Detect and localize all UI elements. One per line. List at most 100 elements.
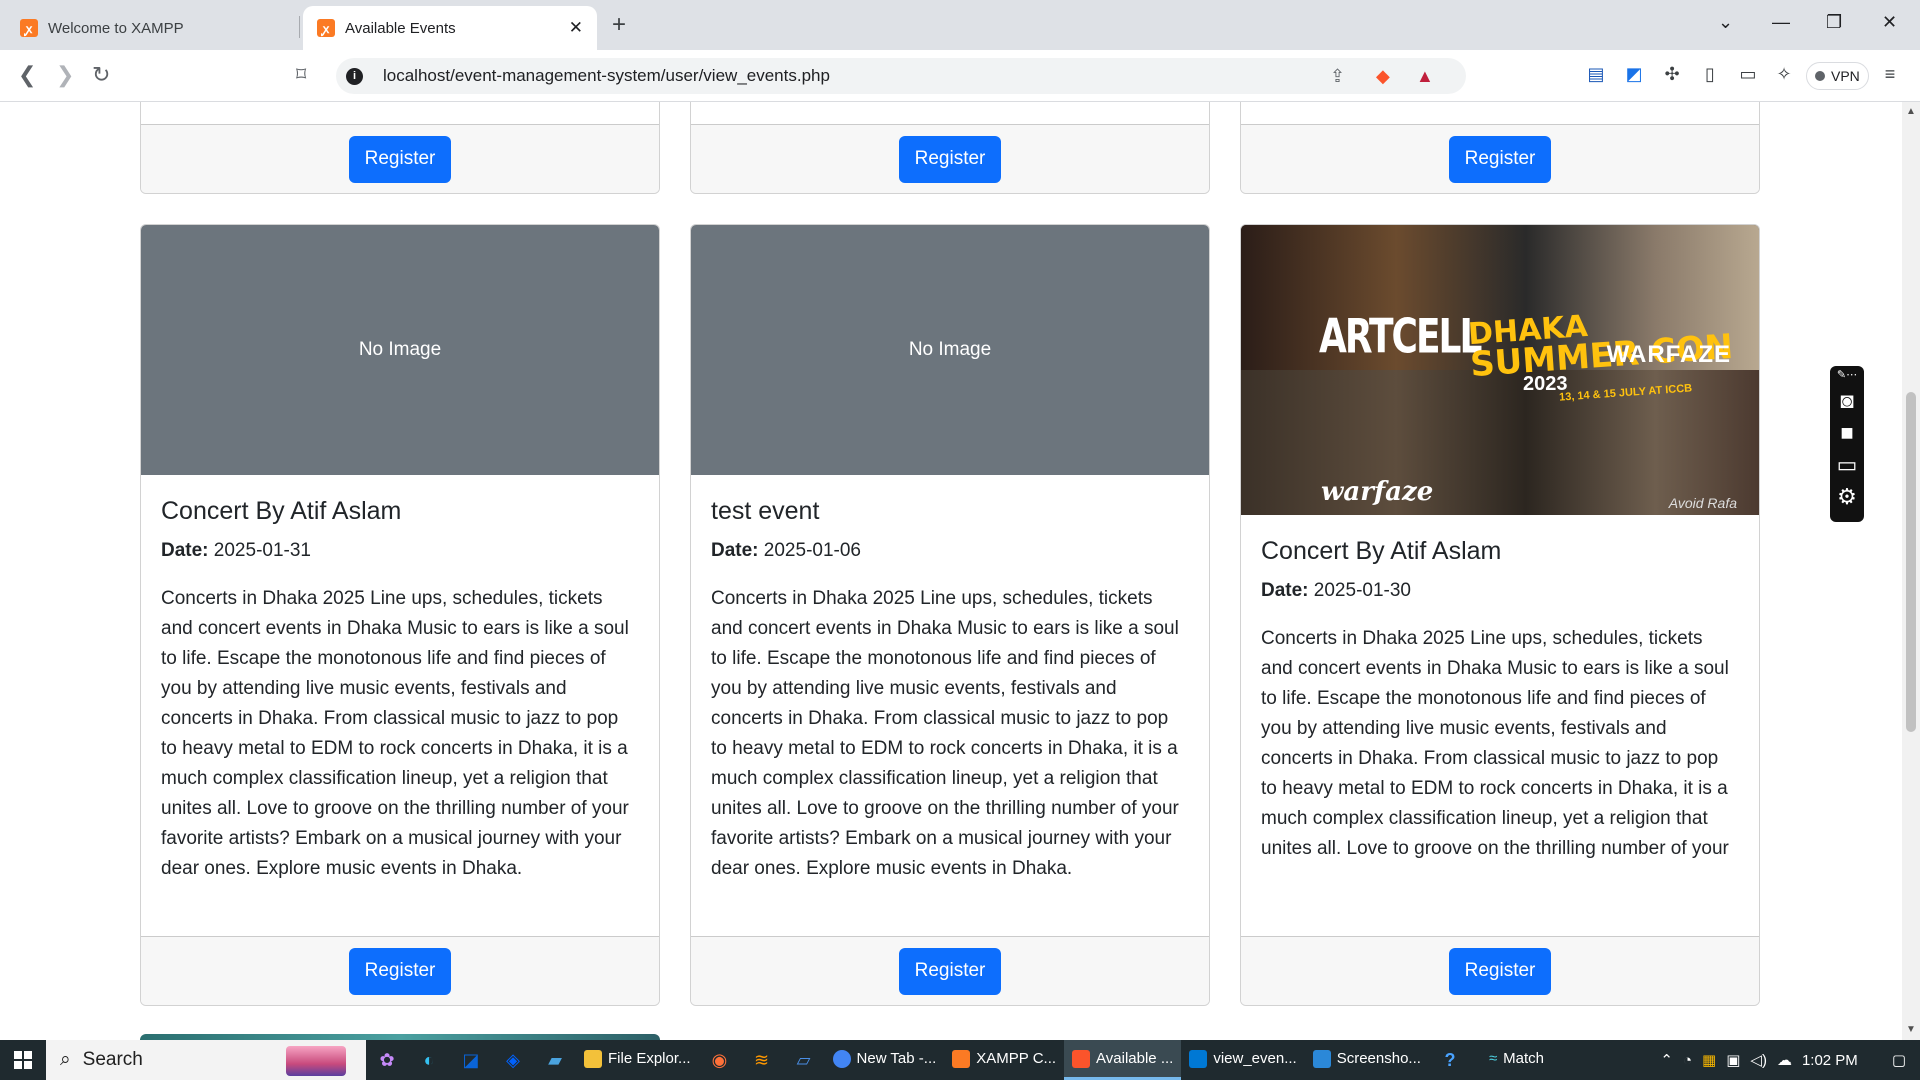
taskbar-app-xampp[interactable]: XAMPP C... xyxy=(944,1040,1064,1080)
help-icon[interactable]: ? xyxy=(1429,1040,1471,1080)
extensions-puzzle-icon[interactable]: ✣ xyxy=(1662,64,1682,84)
leo-ai-icon[interactable]: ✧ xyxy=(1774,64,1794,84)
volume-icon[interactable]: ◁) xyxy=(1750,1051,1767,1069)
event-card: ARTCELL DHAKA SUMMER CON 2023 13, 14 & 1… xyxy=(1240,224,1760,1006)
scroll-thumb[interactable] xyxy=(1906,392,1916,732)
reading-list-icon[interactable]: ▤ xyxy=(1586,64,1606,84)
brave-rewards-icon[interactable]: ▲ xyxy=(1416,66,1434,87)
color-app-icon[interactable]: ▦ xyxy=(1702,1051,1716,1069)
firefox-icon[interactable]: ◉ xyxy=(699,1040,741,1080)
register-button[interactable]: Register xyxy=(348,947,452,995)
register-button[interactable]: Register xyxy=(1448,135,1552,183)
folder-icon xyxy=(584,1049,602,1068)
event-card: No Image test event Date: 2025-01-06 Con… xyxy=(690,224,1210,1006)
tab-welcome-xampp[interactable]: ꭙ Welcome to XAMPP xyxy=(6,6,296,50)
extension-edit-icon[interactable]: ◩ xyxy=(1624,64,1644,84)
restore-icon[interactable]: ❐ xyxy=(1826,12,1842,33)
taskbar-search-box[interactable]: ⌕ Search xyxy=(46,1040,366,1080)
tab-search-chevron-icon[interactable]: ⌄ xyxy=(1718,12,1733,33)
register-button[interactable]: Register xyxy=(898,947,1002,995)
event-card: Register xyxy=(690,102,1210,194)
windows-taskbar: ⌕ Search ✿ ◐ ◪ ◈ ▰ File Explor... ◉ ≋ ▱ … xyxy=(0,1040,1920,1080)
register-button[interactable]: Register xyxy=(348,135,452,183)
back-icon[interactable]: ❮ xyxy=(18,62,36,88)
sidebar-icon[interactable]: ▯ xyxy=(1700,64,1720,84)
forward-icon[interactable]: ❯ xyxy=(56,62,74,88)
close-tab-icon[interactable]: ✕ xyxy=(569,18,583,38)
poster-avoid-rafa-logo: Avoid Rafa xyxy=(1668,495,1737,511)
window-capture-icon[interactable]: ▭ xyxy=(1837,453,1858,477)
address-bar[interactable]: i localhost/event-management-system/user… xyxy=(336,58,1466,94)
camera-tray-icon[interactable]: ▣ xyxy=(1726,1051,1740,1069)
copilot-icon[interactable]: ✿ xyxy=(366,1040,408,1080)
tray-overflow-icon[interactable]: ⌃ xyxy=(1660,1051,1673,1069)
register-button[interactable]: Register xyxy=(898,135,1002,183)
camera-icon[interactable]: ◙ xyxy=(1840,389,1853,413)
poster-band-logo: WARFAZE xyxy=(1606,341,1731,368)
xampp-favicon-icon: ꭙ xyxy=(20,19,38,37)
notes-icon[interactable]: ▱ xyxy=(783,1040,825,1080)
clock-time[interactable]: 1:02 PM xyxy=(1802,1052,1858,1069)
vpn-status-icon xyxy=(1815,71,1825,81)
capture-more-icon[interactable]: ✎⋯ xyxy=(1837,368,1857,381)
taskbar-app-file-explorer[interactable]: File Explor... xyxy=(576,1040,699,1080)
taskbar-app-screenshot[interactable]: Screensho... xyxy=(1305,1040,1429,1080)
outlook-icon[interactable]: ◪ xyxy=(450,1040,492,1080)
minimize-icon[interactable]: — xyxy=(1772,12,1790,33)
event-image-placeholder: No Image xyxy=(691,225,1209,475)
vpn-label: VPN xyxy=(1831,68,1860,84)
dropbox-icon[interactable]: ◈ xyxy=(492,1040,534,1080)
video-record-icon[interactable]: ■ xyxy=(1840,421,1853,445)
notifications-icon[interactable]: ▢ xyxy=(1892,1051,1906,1069)
taskbar-app-brave[interactable]: Available ... xyxy=(1064,1040,1182,1080)
vpn-button[interactable]: VPN xyxy=(1806,62,1869,90)
wallet-icon[interactable]: ▭ xyxy=(1738,64,1758,84)
weather-widget[interactable]: ≈ Match xyxy=(1481,1040,1552,1080)
mysql-workbench-icon[interactable]: ▰ xyxy=(534,1040,576,1080)
tab-available-events[interactable]: ꭙ Available Events ✕ xyxy=(303,6,597,50)
brave-icon xyxy=(1072,1049,1091,1068)
event-card: Register xyxy=(140,102,660,194)
new-tab-icon[interactable]: + xyxy=(612,11,626,39)
taskbar-app-vscode[interactable]: view_even... xyxy=(1181,1040,1304,1080)
date-value: 2025-01-30 xyxy=(1313,580,1411,601)
edge-icon[interactable]: ◐ xyxy=(408,1040,450,1080)
card-footer: Register xyxy=(141,124,659,193)
url-text[interactable]: localhost/event-management-system/user/v… xyxy=(383,66,830,86)
taskbar-app-label: File Explor... xyxy=(608,1050,691,1067)
card-body: Concert By Atif Aslam Date: 2025-01-30 C… xyxy=(1241,537,1759,864)
site-info-icon[interactable]: i xyxy=(346,67,363,85)
taskbar-app-label: Available ... xyxy=(1096,1050,1174,1067)
vscode-icon xyxy=(1189,1049,1208,1068)
start-button[interactable] xyxy=(0,1040,46,1080)
menu-icon[interactable]: ≡ xyxy=(1880,64,1900,84)
system-tray: ⌃ ◔ ▦ ▣ ◁) ☁ 1:02 PM ▢ xyxy=(1660,1051,1920,1070)
browser-toolbar: ❮ ❯ ↻ ⌑ i localhost/event-management-sys… xyxy=(0,50,1920,102)
taskbar-app-label: New Tab -... xyxy=(856,1050,937,1067)
windows-logo-icon xyxy=(14,1051,32,1069)
card-footer: Register xyxy=(1241,124,1759,193)
taskbar-app-label: XAMPP C... xyxy=(976,1050,1057,1067)
network-icon[interactable]: ◔ xyxy=(1683,1052,1692,1069)
poster-artcell-logo: ARTCELL xyxy=(1319,310,1482,365)
card-body: Concert By Atif Aslam Date: 2025-01-31 C… xyxy=(141,497,659,884)
tab-title: Welcome to XAMPP xyxy=(48,19,184,37)
close-window-icon[interactable]: ✕ xyxy=(1882,12,1897,33)
taskbar-app-chrome[interactable]: New Tab -... xyxy=(825,1040,945,1080)
scroll-down-icon[interactable]: ▼ xyxy=(1906,1024,1916,1035)
share-icon[interactable]: ⇪ xyxy=(1330,66,1345,87)
register-button[interactable]: Register xyxy=(1448,947,1552,995)
reload-icon[interactable]: ↻ xyxy=(92,62,110,88)
settings-gear-icon[interactable]: ⚙ xyxy=(1837,485,1857,509)
sublime-icon[interactable]: ≋ xyxy=(741,1040,783,1080)
bookmark-icon[interactable]: ⌑ xyxy=(296,62,306,87)
tab-title: Available Events xyxy=(345,19,456,37)
page-scrollbar[interactable]: ▲ ▼ xyxy=(1902,102,1920,1040)
event-card: No Image Concert By Atif Aslam Date: 202… xyxy=(140,224,660,1006)
page-viewport: Register Register Register No Image Conc… xyxy=(0,102,1902,1040)
brave-shields-icon[interactable]: ◆ xyxy=(1376,66,1390,87)
onedrive-icon[interactable]: ☁ xyxy=(1777,1051,1792,1069)
scroll-up-icon[interactable]: ▲ xyxy=(1906,106,1916,117)
event-title: Concert By Atif Aslam xyxy=(1261,537,1502,565)
event-card: Register xyxy=(1240,102,1760,194)
